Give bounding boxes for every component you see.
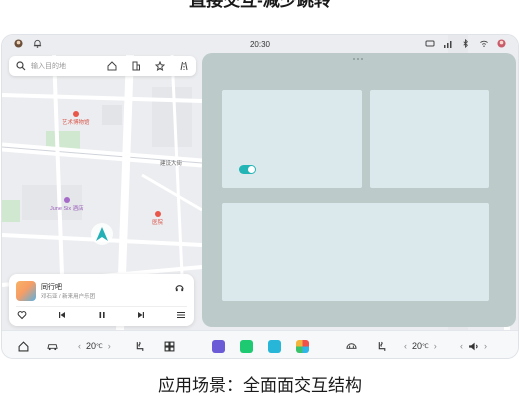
music-player-card[interactable]: 同行吧 邓石亚 / 新来用户乐团 bbox=[9, 274, 194, 326]
poi-museum[interactable]: 艺术博物馆 bbox=[62, 111, 90, 126]
search-input[interactable]: 输入目的地 bbox=[31, 61, 101, 71]
status-bar: 20:30 bbox=[2, 35, 518, 54]
volume-icon bbox=[469, 342, 478, 350]
bottom-dock: ‹ 20 ℃ › ‹ 20 ℃ › ‹ › bbox=[2, 330, 518, 358]
right-temperature: 20 bbox=[412, 341, 423, 351]
company-icon[interactable] bbox=[131, 61, 141, 71]
volume-control[interactable]: ‹ › bbox=[460, 339, 487, 353]
panel-card-bottom[interactable] bbox=[222, 203, 489, 301]
poi-hospital[interactable]: 医院 bbox=[152, 211, 163, 226]
page-heading: 直接交互-减少跳转 bbox=[189, 0, 331, 10]
pause-icon[interactable] bbox=[97, 310, 107, 320]
home-icon[interactable] bbox=[107, 61, 117, 71]
route-icon[interactable] bbox=[179, 61, 189, 71]
previous-icon[interactable] bbox=[57, 310, 67, 320]
search-icon bbox=[16, 61, 26, 71]
right-temperature-unit: ℃ bbox=[422, 343, 429, 350]
volume-down-icon[interactable]: ‹ bbox=[460, 341, 463, 351]
iqiyi-app-icon[interactable] bbox=[240, 339, 253, 353]
store-app-icon[interactable] bbox=[268, 339, 281, 353]
next-icon[interactable] bbox=[136, 310, 146, 320]
apps-dock-icon[interactable] bbox=[164, 339, 175, 353]
song-artist: 邓石亚 / 新来用户乐团 bbox=[41, 294, 96, 300]
temp-up-right-icon[interactable]: › bbox=[434, 341, 437, 351]
temp-down-right-icon[interactable]: ‹ bbox=[404, 341, 407, 351]
seat-heat-right-icon[interactable] bbox=[376, 339, 387, 353]
volume-up-icon[interactable]: › bbox=[484, 341, 487, 351]
playlist-icon[interactable] bbox=[176, 310, 186, 320]
feature-toggle[interactable] bbox=[239, 165, 256, 174]
car-position-icon bbox=[91, 223, 113, 245]
car-control-icon[interactable] bbox=[47, 339, 58, 353]
page-caption: 应用场景：全面面交互结构 bbox=[158, 376, 362, 395]
user-icon[interactable] bbox=[497, 39, 506, 48]
left-temperature: 20 bbox=[86, 341, 97, 351]
road-label: 建设大街 bbox=[160, 161, 183, 167]
left-temp-control[interactable]: ‹ 20 ℃ › bbox=[78, 339, 111, 353]
voice-app-icon[interactable] bbox=[212, 339, 225, 353]
signal-icon bbox=[443, 39, 452, 48]
song-title: 同行吧 bbox=[41, 284, 62, 291]
right-temp-control[interactable]: ‹ 20 ℃ › bbox=[404, 339, 437, 353]
temp-up-left-icon[interactable]: › bbox=[108, 341, 111, 351]
left-temperature-unit: ℃ bbox=[96, 343, 103, 350]
album-cover[interactable] bbox=[16, 281, 36, 301]
now-playing-icon[interactable] bbox=[175, 283, 184, 292]
home-dock-icon[interactable] bbox=[18, 339, 29, 353]
seat-heat-icon[interactable] bbox=[134, 339, 145, 353]
defrost-icon[interactable] bbox=[346, 339, 357, 353]
destination-search-bar[interactable]: 输入目的地 bbox=[9, 56, 196, 76]
apps-grid-icon[interactable] bbox=[296, 339, 309, 353]
bluetooth-icon bbox=[461, 38, 470, 49]
wifi-icon bbox=[479, 39, 488, 48]
poi-hotel[interactable]: June Six 酒店 bbox=[50, 197, 84, 212]
car-screen: 艺术博物馆 June Six 酒店 医院 建设大街 20:30 输入目的地 同行… bbox=[1, 34, 519, 359]
temp-down-left-icon[interactable]: ‹ bbox=[78, 341, 81, 351]
car-status-icon bbox=[425, 39, 435, 48]
panel-card-top-left[interactable] bbox=[222, 90, 362, 188]
full-panel-overlay[interactable] bbox=[202, 53, 516, 327]
panel-card-top-right[interactable] bbox=[370, 90, 489, 188]
heart-icon[interactable] bbox=[17, 310, 27, 320]
favorite-icon[interactable] bbox=[155, 61, 165, 71]
panel-drag-handle[interactable] bbox=[353, 58, 365, 61]
